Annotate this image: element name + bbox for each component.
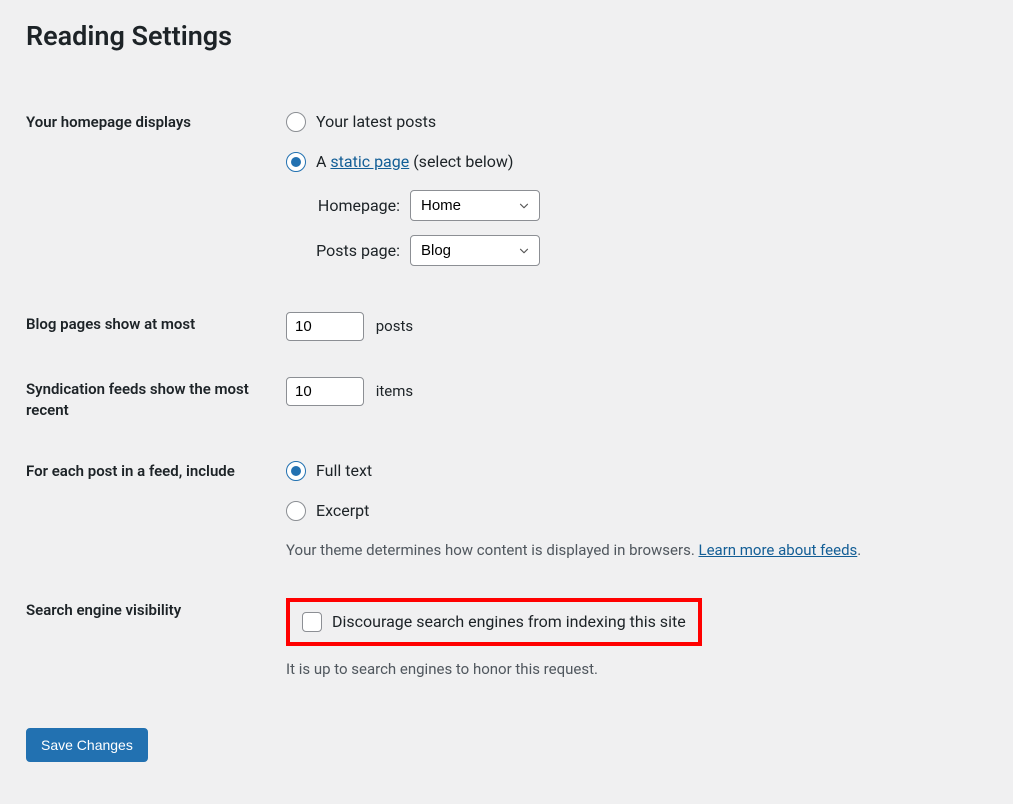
search-visibility-highlight: Discourage search engines from indexing … (286, 598, 702, 646)
homepage-select-label: Homepage: (308, 194, 400, 218)
feed-fulltext-label[interactable]: Full text (316, 459, 372, 483)
static-suffix: (select below) (409, 152, 513, 171)
homepage-static-label[interactable]: A static page (select below) (316, 150, 513, 174)
homepage-latest-radio[interactable] (286, 112, 306, 132)
syndication-suffix: items (376, 382, 413, 400)
postspage-select-label: Posts page: (308, 239, 400, 263)
homepage-static-radio[interactable] (286, 152, 306, 172)
page-title: Reading Settings (26, 20, 987, 52)
search-visibility-label: Search engine visibility (26, 580, 286, 699)
settings-table: Your homepage displays Your latest posts… (26, 92, 987, 698)
feed-desc-prefix: Your theme determines how content is dis… (286, 541, 699, 559)
postspage-select[interactable]: Blog (410, 235, 540, 266)
search-visibility-description: It is up to search engines to honor this… (286, 658, 977, 681)
save-changes-button[interactable]: Save Changes (26, 728, 148, 762)
feed-excerpt-label[interactable]: Excerpt (316, 499, 369, 523)
blog-pages-label: Blog pages show at most (26, 294, 286, 359)
learn-more-feeds-link[interactable]: Learn more about feeds (699, 541, 858, 559)
homepage-displays-label: Your homepage displays (26, 92, 286, 294)
homepage-select[interactable]: Home (410, 190, 540, 221)
syndication-label: Syndication feeds show the most recent (26, 359, 286, 441)
feed-desc-suffix: . (857, 541, 861, 559)
feed-content-label: For each post in a feed, include (26, 441, 286, 580)
static-page-link[interactable]: static page (330, 152, 409, 171)
discourage-checkbox[interactable] (302, 612, 322, 632)
static-prefix: A (316, 152, 330, 171)
feed-description: Your theme determines how content is dis… (286, 539, 977, 562)
blog-pages-suffix: posts (376, 317, 413, 335)
blog-pages-input[interactable] (286, 312, 364, 341)
feed-fulltext-radio[interactable] (286, 461, 306, 481)
syndication-input[interactable] (286, 377, 364, 406)
feed-excerpt-radio[interactable] (286, 501, 306, 521)
discourage-label[interactable]: Discourage search engines from indexing … (332, 610, 686, 634)
homepage-latest-label[interactable]: Your latest posts (316, 110, 436, 134)
